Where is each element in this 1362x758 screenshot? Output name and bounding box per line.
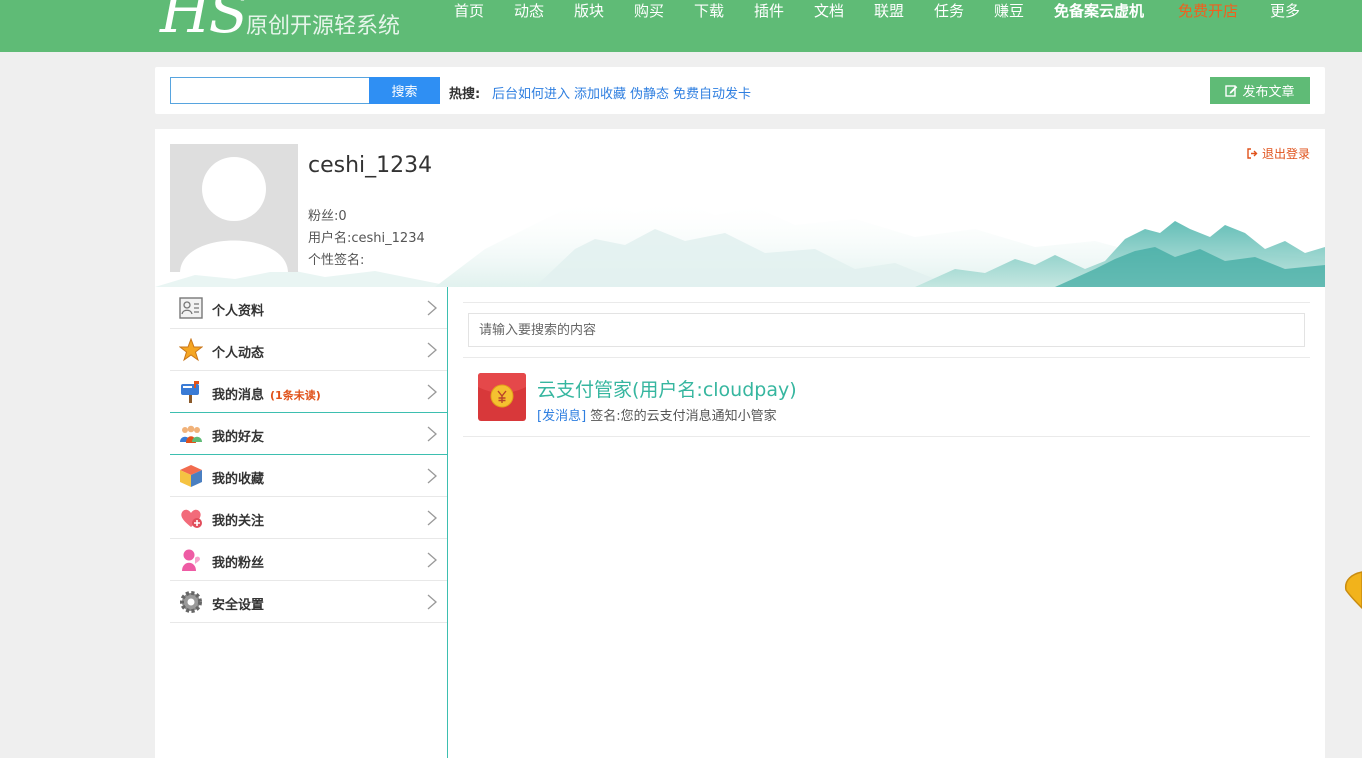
- menu-item-fans[interactable]: 我的粉丝: [170, 539, 447, 581]
- nav-plugins[interactable]: 插件: [754, 0, 784, 22]
- chevron-right-icon: [427, 384, 437, 400]
- logout-link[interactable]: 退出登录: [1247, 145, 1310, 162]
- search-input[interactable]: [170, 77, 370, 104]
- send-message-link[interactable]: [发消息]: [537, 409, 586, 424]
- nav-feed[interactable]: 动态: [514, 0, 544, 22]
- menu-item-security[interactable]: 安全设置: [170, 581, 447, 623]
- nav-alliance[interactable]: 联盟: [874, 0, 904, 22]
- chevron-right-icon: [427, 300, 437, 316]
- profile-username-line: 用户名:ceshi_1234: [308, 231, 425, 246]
- friends-icon: [180, 425, 202, 443]
- menu-item-activity[interactable]: 个人动态: [170, 329, 447, 371]
- nav-free-shop[interactable]: 免费开店: [1178, 0, 1238, 22]
- hot-link-autocard[interactable]: 免费自动发卡: [673, 87, 751, 102]
- star-icon: [179, 338, 203, 362]
- menu-label-messages: 我的消息 (1条未读): [212, 384, 321, 403]
- chevron-right-icon: [427, 426, 437, 442]
- search-button[interactable]: 搜索: [369, 77, 440, 104]
- unread-badge: (1条未读): [270, 389, 321, 402]
- floating-widget-edge[interactable]: [1342, 570, 1362, 610]
- avatar[interactable]: [170, 144, 298, 272]
- menu-label-activity: 个人动态: [212, 346, 265, 361]
- profile-card-icon: [179, 297, 203, 319]
- menu-item-messages[interactable]: 我的消息 (1条未读): [170, 371, 447, 413]
- menu-item-favorites[interactable]: 我的收藏: [170, 455, 447, 497]
- chevron-right-icon: [427, 342, 437, 358]
- menu-label-friends: 我的好友: [212, 430, 265, 445]
- nav-earn[interactable]: 赚豆: [994, 0, 1024, 22]
- menu-label-favorites: 我的收藏: [212, 472, 265, 487]
- logo-mark[interactable]: HS: [160, 0, 248, 46]
- divider: [463, 357, 1310, 358]
- logout-label: 退出登录: [1261, 147, 1310, 161]
- chevron-right-icon: [427, 552, 437, 568]
- sign-out-icon: [1247, 148, 1258, 159]
- nav-home[interactable]: 首页: [454, 0, 484, 22]
- chevron-right-icon: [427, 594, 437, 610]
- menu-label-fans: 我的粉丝: [212, 556, 265, 571]
- cube-icon: [180, 465, 202, 487]
- gear-icon: [180, 591, 202, 613]
- user-center-card: ceshi_1234 粉丝:0 用户名:ceshi_1234 个性签名: 退出登…: [155, 129, 1325, 758]
- red-envelope-icon: [478, 373, 526, 421]
- message-sender-title[interactable]: 云支付管家(用户名:cloudpay): [537, 375, 797, 402]
- nav-download[interactable]: 下载: [694, 0, 724, 22]
- logo-text[interactable]: 原创开源轻系统: [246, 8, 400, 40]
- hot-link-admin[interactable]: 后台如何进入: [492, 87, 570, 102]
- menu-label-profile: 个人资料: [212, 304, 265, 319]
- message-signature: 签名:您的云支付消息通知小管家: [590, 409, 777, 424]
- nav-cloud-vm[interactable]: 免备案云虚机: [1054, 0, 1144, 22]
- profile-username: ceshi_1234: [308, 153, 433, 178]
- menu-item-friends[interactable]: 我的好友: [170, 413, 447, 455]
- heart-plus-icon: [181, 509, 202, 528]
- chevron-right-icon: [427, 510, 437, 526]
- nav-boards[interactable]: 版块: [574, 0, 604, 22]
- default-avatar-icon: [170, 144, 298, 272]
- profile-signature: 个性签名:: [308, 253, 365, 268]
- search-bar: 搜索 热搜: 后台如何进入 添加收藏 伪静态 免费自动发卡 发布文章: [155, 67, 1325, 114]
- menu-label-security: 安全设置: [212, 598, 265, 613]
- publish-article-label: 发布文章: [1242, 85, 1295, 100]
- nav-more[interactable]: 更多: [1270, 0, 1300, 22]
- floating-widget-icon: [1344, 571, 1362, 610]
- menu-label-following: 我的关注: [212, 514, 265, 529]
- menu-item-following[interactable]: 我的关注: [170, 497, 447, 539]
- hot-link-favorite[interactable]: 添加收藏: [574, 87, 626, 102]
- profile-fans-count: 粉丝:0: [308, 209, 347, 224]
- nav-buy[interactable]: 购买: [634, 0, 664, 22]
- divider: [463, 302, 1310, 303]
- menu-item-profile[interactable]: 个人资料: [170, 287, 447, 329]
- message-list-panel: 云支付管家(用户名:cloudpay) [发消息] 签名:您的云支付消息通知小管…: [463, 287, 1310, 758]
- message-search-input[interactable]: [468, 313, 1305, 347]
- mailbox-icon: [181, 381, 199, 403]
- hot-search-links: 后台如何进入 添加收藏 伪静态 免费自动发卡: [492, 83, 755, 102]
- menu-label-messages-text: 我的消息: [212, 388, 265, 403]
- publish-article-button[interactable]: 发布文章: [1210, 77, 1310, 104]
- fan-icon: [182, 549, 200, 571]
- hot-link-rewrite[interactable]: 伪静态: [630, 87, 669, 102]
- nav-docs[interactable]: 文档: [814, 0, 844, 22]
- edit-icon: [1225, 85, 1238, 97]
- hot-search-label: 热搜:: [449, 87, 481, 102]
- divider: [463, 436, 1310, 437]
- user-menu: 个人资料 个人动态 我的消息 (1条未读) 我的好友 我的收藏 我的关注 我的粉…: [170, 287, 448, 758]
- chevron-right-icon: [427, 468, 437, 484]
- message-meta: [发消息] 签名:您的云支付消息通知小管家: [537, 405, 777, 424]
- top-navbar: HS 原创开源轻系统 首页 动态 版块 购买 下载 插件 文档 联盟 任务 赚豆…: [0, 0, 1362, 52]
- nav-tasks[interactable]: 任务: [934, 0, 964, 22]
